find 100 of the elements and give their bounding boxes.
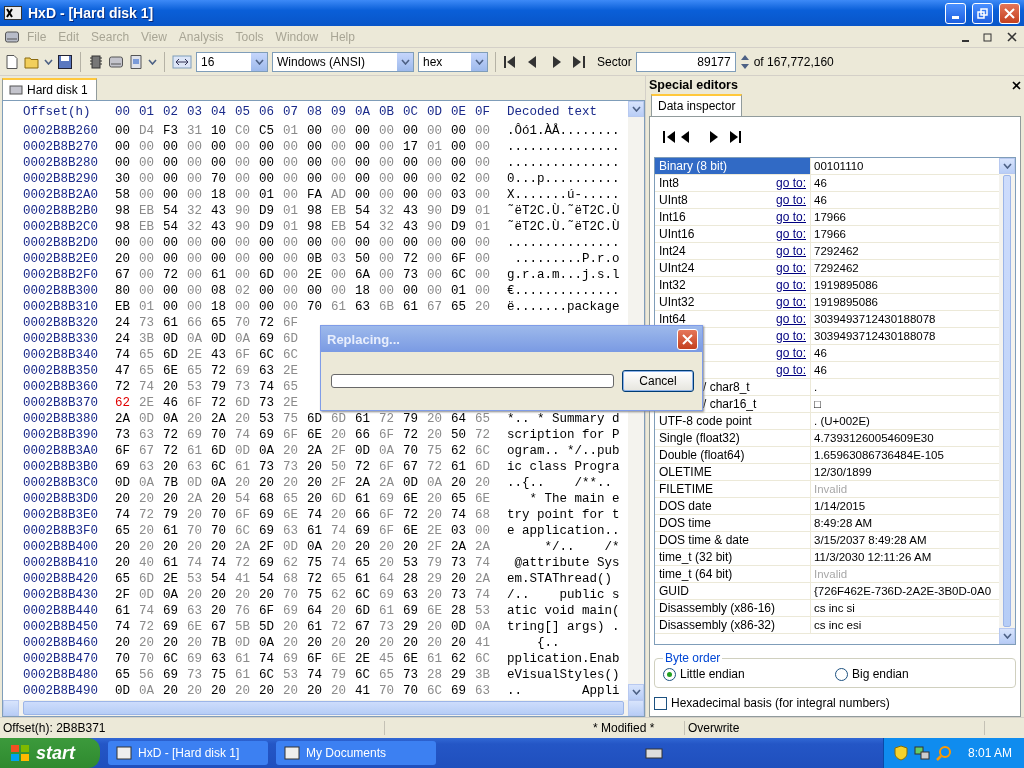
- hex-bytes: 65 6D 2E 53 54 41 54 68 72 65 61 64 28 29 20 2A: [115, 572, 491, 586]
- type-name: Binary (8 bit): [659, 159, 728, 173]
- offset-cell-text: 0002B8B400: [22, 540, 99, 554]
- column-header: 04: [211, 105, 227, 119]
- column-header: 07: [283, 105, 299, 119]
- offset-base-select[interactable]: hex: [418, 51, 488, 72]
- column-header: 01: [139, 105, 155, 119]
- inspector-label[interactable]: OLETIME: [655, 464, 811, 480]
- cancel-button[interactable]: Cancel: [622, 370, 694, 392]
- go-to-link[interactable]: go to:: [775, 295, 806, 309]
- type-name: Disassembly (x86-16): [659, 601, 776, 615]
- charset-select[interactable]: Windows (ANSI): [272, 51, 414, 72]
- hex-bytes: 73 63 72 69 70 74 69 6F 6E 20 66 6F 72 20 50 72: [115, 428, 491, 442]
- inspector-label[interactable]: Int24 go to:: [655, 243, 811, 259]
- offset-cell-text: 0002B8B2D0: [22, 236, 99, 250]
- radio-option[interactable]: Big endian: [835, 667, 1007, 681]
- go-to-link[interactable]: go to:: [775, 329, 806, 343]
- type-name: Disassembly (x86-32): [659, 618, 776, 632]
- inspector-label[interactable]: Int16 go to:: [655, 209, 811, 225]
- go-to-link[interactable]: go to:: [775, 346, 806, 360]
- offset-cell-text: 0002B8B2A0: [22, 188, 99, 202]
- go-to-link[interactable]: go to:: [775, 227, 806, 241]
- bytes-per-row-select[interactable]: 16: [196, 51, 268, 72]
- hex-bytes: 70 70 6C 69 63 61 74 69 6F 6E 2E 45 6E 61 62 6C: [115, 652, 491, 666]
- decoded-text: @attribute Sys: [513, 556, 620, 570]
- inspector-label[interactable]: time_t (64 bit): [655, 566, 811, 582]
- column-header: 0C: [403, 105, 419, 119]
- inspector-label[interactable]: Binary (8 bit): [655, 158, 811, 174]
- panel-title: Special editors: [649, 78, 738, 92]
- inspector-label[interactable]: GUID: [655, 583, 811, 599]
- type-name: Single (float32): [659, 431, 740, 445]
- inspector-label[interactable]: UInt8 go to:: [655, 192, 811, 208]
- hex-bytes: 20 20 20 20 20 2A 2F 0D 0A 20 20 20 20 2F 2A 2A: [115, 540, 491, 554]
- hex-bytes: 61 74 69 63 20 76 6F 69 64 20 6D 61 69 6E 28 53: [115, 604, 491, 618]
- inspector-label[interactable]: UInt32 go to:: [655, 294, 811, 310]
- document-tab[interactable]: Hard disk 1: [2, 78, 97, 100]
- offset-cell-text: 0002B8B420: [22, 572, 99, 586]
- column-header: 09: [331, 105, 347, 119]
- inspector-value: □: [813, 397, 821, 412]
- taskbar-button[interactable]: My Documents: [276, 741, 436, 765]
- hex-bytes: 67 00 72 00 61 00 6D 00 2E 00 6A 00 73 00 6C 00: [115, 268, 491, 282]
- go-to-link[interactable]: go to:: [775, 210, 806, 224]
- inspector-label[interactable]: time_t (32 bit): [655, 549, 811, 565]
- go-to-link[interactable]: go to:: [775, 193, 806, 207]
- inspector-value: 46: [813, 363, 827, 378]
- inspector-value: 00101110: [813, 159, 864, 174]
- go-to-link[interactable]: go to:: [775, 312, 806, 326]
- checkbox-option[interactable]: Hexadecimal basis (for integral numbers): [654, 696, 1016, 710]
- inspector-label[interactable]: Single (float32): [655, 430, 811, 446]
- inspector-label[interactable]: UTF-8 code point: [655, 413, 811, 429]
- go-to-link[interactable]: go to:: [775, 261, 806, 275]
- offset-cell-text: 0002B8B350: [22, 364, 99, 378]
- taskbar-button[interactable]: HxD - [Hard disk 1]: [108, 741, 268, 765]
- go-to-link[interactable]: go to:: [775, 278, 806, 292]
- inspector-label[interactable]: Double (float64): [655, 447, 811, 463]
- hex-bytes: 20 20 20 20 7B 0D 0A 20 20 20 20 20 20 20 20 41: [115, 636, 491, 650]
- go-to-link[interactable]: go to:: [775, 244, 806, 258]
- inspector-value: .: [813, 380, 818, 395]
- decoded-text: try point for t: [507, 508, 620, 522]
- type-name: DOS time & date: [659, 533, 750, 547]
- inspector-value: 4.73931260054609E30: [813, 431, 934, 446]
- offset-cell-text: 0002B8B260: [22, 124, 99, 138]
- offset-cell-text: 0002B8B440: [22, 604, 99, 618]
- inspector-value: 11/3/2030 12:11:26 AM: [813, 550, 932, 565]
- inspector-label[interactable]: Int8 go to:: [655, 175, 811, 191]
- status-text: * Modified *: [590, 721, 685, 735]
- inspector-label[interactable]: FILETIME: [655, 481, 811, 497]
- offset-cell-text: 0002B8B470: [22, 652, 99, 666]
- decoded-text: .........P.r.o: [513, 252, 620, 266]
- offset-cell-text: 0002B8B3D0: [22, 492, 99, 506]
- offset-cell-text: 0002B8B3E0: [22, 508, 99, 522]
- radio-option[interactable]: Little endian: [663, 667, 835, 681]
- inspector-label[interactable]: UInt16 go to:: [655, 226, 811, 242]
- sector-field[interactable]: 89177: [635, 51, 736, 72]
- inspector-label[interactable]: Int32 go to:: [655, 277, 811, 293]
- hex-bytes: 00 00 00 00 00 00 00 00 00 00 00 00 00 00 00 00: [115, 236, 491, 250]
- offset-cell-text: 0002B8B390: [22, 428, 99, 442]
- offset-cell-text: 0002B8B280: [22, 156, 99, 170]
- type-name: Int64: [659, 312, 686, 326]
- inspector-label[interactable]: DOS time: [655, 515, 811, 531]
- start-button[interactable]: start: [0, 738, 100, 768]
- inspector-label[interactable]: Disassembly (x86-32): [655, 617, 811, 633]
- hex-bytes: 69 63 20 63 6C 61 73 73 20 50 72 6F 67 72 61 6D: [115, 460, 491, 474]
- inspector-value: 8:49:28 AM: [813, 516, 873, 531]
- go-to-link[interactable]: go to:: [775, 363, 806, 377]
- hex-bytes: 47 65 6E 65 72 69 63 2E: [115, 364, 299, 378]
- column-header: 06: [259, 105, 275, 119]
- offset-cell-text: 0002B8B330: [22, 332, 99, 346]
- inspector-label[interactable]: DOS time & date: [655, 532, 811, 548]
- decoded-text: ic class Progra: [507, 460, 620, 474]
- offset-cell-text: 0002B8B360: [22, 380, 99, 394]
- inspector-value: 3039493712430188078: [813, 329, 936, 344]
- hex-bytes: 20 40 61 74 74 72 69 62 75 74 65 20 53 79 73 74: [115, 556, 491, 570]
- sector-total: of 167,772,160: [753, 54, 834, 69]
- go-to-link[interactable]: go to:: [775, 176, 806, 190]
- decoded-text: tring[] args) .: [507, 620, 620, 634]
- inspector-label[interactable]: DOS date: [655, 498, 811, 514]
- inspector-label[interactable]: Disassembly (x86-16): [655, 600, 811, 616]
- panel-tab[interactable]: Data inspector: [651, 94, 743, 116]
- inspector-label[interactable]: UInt24 go to:: [655, 260, 811, 276]
